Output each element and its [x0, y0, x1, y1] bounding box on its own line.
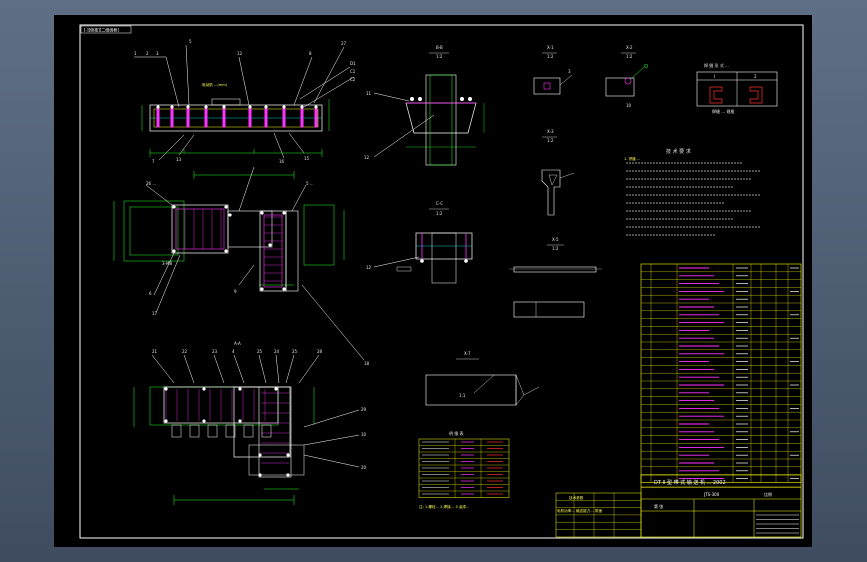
svg-text:12: 12 — [237, 51, 243, 56]
svg-text:23: 23 — [212, 349, 218, 354]
svg-text:6: 6 — [149, 291, 152, 296]
svg-text:16: 16 — [279, 159, 285, 164]
svg-text:20: 20 — [361, 465, 367, 470]
viewport-tag[interactable]: [-][俯视][二维线框] — [84, 27, 119, 33]
svg-text:25: 25 — [257, 349, 263, 354]
svg-text:1:2: 1:2 — [436, 211, 443, 216]
weld-symbol-legend: 焊 缝 形 式 ... I 2 焊缝 ... 规格 — [696, 62, 778, 114]
svg-text:焊缝 ... 规格: 焊缝 ... 规格 — [712, 108, 734, 114]
svg-text:焊 缝 形 式 ...: 焊 缝 形 式 ... — [704, 62, 729, 68]
svg-text:7: 7 — [152, 159, 155, 164]
svg-text:X-3: X-3 — [547, 129, 554, 134]
svg-text:3: 3 — [156, 51, 159, 56]
svg-text:X-7: X-7 — [464, 351, 471, 356]
svg-text:2: 2 — [754, 74, 757, 79]
svg-text:3: 3 — [568, 69, 571, 74]
svg-text:12: 12 — [366, 265, 372, 270]
svg-text:8: 8 — [309, 51, 312, 56]
technical-notes: 技 术 要 求 1. 拼缝 ... — [624, 148, 761, 236]
drawing-border — [79, 24, 804, 539]
drawing-sheet[interactable]: [-][俯视][二维线框] 123 5 12 8 27 D1 C1 C2 7 1… — [54, 15, 812, 547]
svg-text:C2: C2 — [350, 77, 356, 82]
svg-text:12: 12 — [364, 155, 370, 160]
svg-text:4: 4 — [232, 349, 235, 354]
svg-text:注: 1.螺栓... 2.焊接... 3.油漆...: 注: 1.螺栓... 2.焊接... 3.油漆... — [419, 504, 469, 509]
svg-text:DT II 型 带 式 输 送 机 ... 2002: DT II 型 带 式 输 送 机 ... 2002 — [654, 479, 726, 486]
svg-text:17: 17 — [152, 311, 158, 316]
svg-text:X-2: X-2 — [626, 45, 633, 50]
section-b-b: B-B 1:2 11 12 — [364, 45, 485, 166]
svg-text:I: I — [714, 74, 715, 79]
svg-text:24: 24 — [274, 349, 280, 354]
svg-text:D1: D1 — [350, 61, 356, 66]
svg-text:29: 29 — [361, 407, 367, 412]
svg-text:18: 18 — [364, 361, 370, 366]
svg-text:1:1: 1:1 — [459, 393, 466, 398]
cad-viewport[interactable]: [-][俯视][二维线框] 123 5 12 8 27 D1 C1 C2 7 1… — [0, 0, 867, 562]
svg-text:15: 15 — [304, 156, 310, 161]
svg-text:1:2: 1:2 — [552, 246, 559, 251]
svg-text:X-5: X-5 — [552, 237, 559, 242]
svg-text:1:2: 1:2 — [547, 54, 554, 59]
detail-views: X-1 1:2 3 X-2 1:2 10 X-3 1:2 X-5 1:2 X-7 1:1 — [425, 45, 649, 406]
svg-text:25: 25 — [292, 349, 298, 354]
svg-text:22: 22 — [182, 349, 188, 354]
svg-text:21: 21 — [152, 349, 158, 354]
svg-text:电动机 ...(mm): 电动机 ...(mm) — [202, 82, 228, 87]
svg-text:9: 9 — [234, 289, 237, 294]
svg-text:C1: C1 — [350, 69, 356, 74]
svg-text:明 细 表: 明 细 表 — [449, 430, 464, 436]
svg-text:3-M8: 3-M8 — [162, 261, 172, 266]
svg-text:13: 13 — [176, 157, 182, 162]
parts-list-table — [640, 263, 802, 488]
svg-text:26 ...: 26 ... — [146, 181, 156, 186]
svg-text:28: 28 — [317, 349, 323, 354]
parameter-table: 明 细 表 注: 1.螺栓... 2.焊接... 3.油漆... — [418, 430, 510, 509]
svg-text:第 张: 第 张 — [654, 503, 663, 509]
svg-text:11: 11 — [366, 91, 372, 96]
svg-text:1:2: 1:2 — [547, 138, 554, 143]
title-block: DT II 型 带 式 输 送 机 ... 2002 JTS-300 比例 第 … — [555, 474, 802, 538]
svg-text:A-A: A-A — [234, 341, 241, 346]
svg-text:B-B: B-B — [436, 45, 443, 50]
svg-text:电机功率... 输送能力... 带速: 电机功率... 输送能力... 带速 — [557, 508, 602, 513]
svg-text:X-1: X-1 — [547, 45, 554, 50]
svg-text:27: 27 — [341, 41, 347, 46]
svg-text:1. 拼缝 ...: 1. 拼缝 ... — [624, 156, 640, 161]
front-elevation-view: 123 512 827 D1C1C2 7 13 1615 电动机 ...(mm) — [134, 39, 356, 164]
svg-text:2: 2 — [146, 51, 149, 56]
svg-text:比例: 比例 — [764, 491, 772, 497]
svg-text:JTS-300: JTS-300 — [703, 492, 720, 497]
svg-text:5: 5 — [189, 39, 192, 44]
plan-view-upper: 26 ... 5 ... 6 17 9 18 3-M8 — [113, 166, 370, 366]
svg-text:1:2: 1:2 — [626, 54, 633, 59]
svg-text:技术参数: 技术参数 — [569, 495, 584, 500]
cad-drawing-canvas[interactable]: [-][俯视][二维线框] 123 512 827 D1C1C2 7 13 16… — [54, 15, 812, 547]
plan-view-lower: 21 22 23 4 25 24 25 28 29 10 20 A-A — [133, 341, 367, 505]
svg-text:10: 10 — [626, 103, 632, 108]
svg-text:5 ...: 5 ... — [306, 181, 314, 186]
section-c-c: C-C 1:2 12 — [366, 201, 473, 284]
svg-text:技 术 要 求: 技 术 要 求 — [666, 148, 691, 155]
svg-text:10: 10 — [361, 432, 367, 437]
svg-text:1: 1 — [134, 51, 137, 56]
svg-text:C-C: C-C — [436, 201, 443, 206]
svg-text:1:2: 1:2 — [436, 54, 443, 59]
